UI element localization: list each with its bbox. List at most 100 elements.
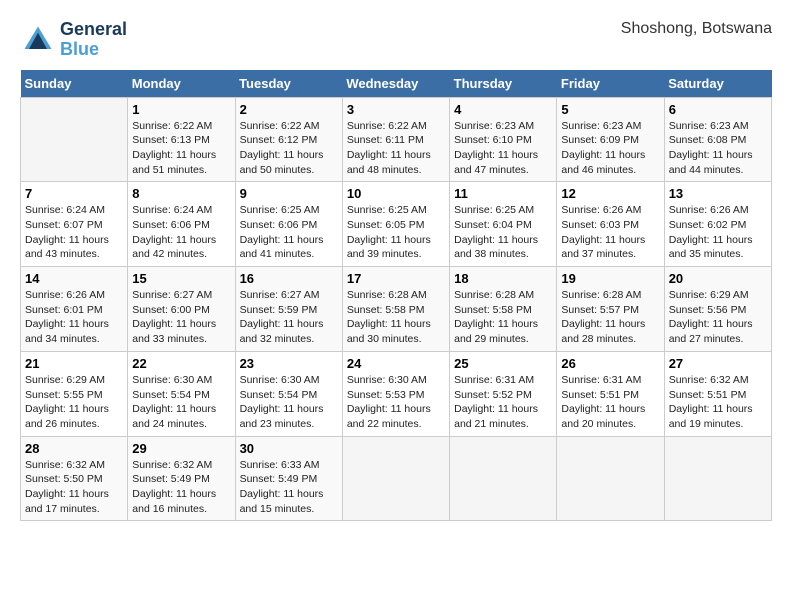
calendar-cell: 5 Sunrise: 6:23 AMSunset: 6:09 PMDaylight… (557, 97, 664, 182)
day-number: 7 (25, 186, 123, 201)
calendar-cell: 22 Sunrise: 6:30 AMSunset: 5:54 PMDayligh… (128, 351, 235, 436)
header-saturday: Saturday (664, 70, 771, 98)
calendar-cell: 16 Sunrise: 6:27 AMSunset: 5:59 PMDayligh… (235, 267, 342, 352)
day-info: Sunrise: 6:29 AMSunset: 5:55 PMDaylight:… (25, 373, 123, 432)
calendar-cell: 17 Sunrise: 6:28 AMSunset: 5:58 PMDayligh… (342, 267, 449, 352)
calendar-cell: 12 Sunrise: 6:26 AMSunset: 6:03 PMDayligh… (557, 182, 664, 267)
calendar-week-1: 1 Sunrise: 6:22 AMSunset: 6:13 PMDaylight… (21, 97, 772, 182)
calendar-cell: 6 Sunrise: 6:23 AMSunset: 6:08 PMDaylight… (664, 97, 771, 182)
day-number: 5 (561, 102, 659, 117)
calendar-cell: 26 Sunrise: 6:31 AMSunset: 5:51 PMDayligh… (557, 351, 664, 436)
day-info: Sunrise: 6:22 AMSunset: 6:12 PMDaylight:… (240, 119, 338, 178)
day-number: 28 (25, 441, 123, 456)
page-header: General Blue Shoshong, Botswana (20, 20, 772, 60)
day-number: 27 (669, 356, 767, 371)
header-monday: Monday (128, 70, 235, 98)
title-area: Shoshong, Botswana (621, 20, 772, 38)
header-wednesday: Wednesday (342, 70, 449, 98)
calendar-cell: 20 Sunrise: 6:29 AMSunset: 5:56 PMDayligh… (664, 267, 771, 352)
calendar-cell: 25 Sunrise: 6:31 AMSunset: 5:52 PMDayligh… (450, 351, 557, 436)
day-info: Sunrise: 6:32 AMSunset: 5:49 PMDaylight:… (132, 458, 230, 517)
day-number: 17 (347, 271, 445, 286)
day-info: Sunrise: 6:23 AMSunset: 6:09 PMDaylight:… (561, 119, 659, 178)
day-number: 29 (132, 441, 230, 456)
calendar-cell (664, 436, 771, 521)
day-info: Sunrise: 6:26 AMSunset: 6:01 PMDaylight:… (25, 288, 123, 347)
day-number: 25 (454, 356, 552, 371)
calendar-cell: 11 Sunrise: 6:25 AMSunset: 6:04 PMDayligh… (450, 182, 557, 267)
day-info: Sunrise: 6:23 AMSunset: 6:10 PMDaylight:… (454, 119, 552, 178)
calendar-cell: 8 Sunrise: 6:24 AMSunset: 6:06 PMDaylight… (128, 182, 235, 267)
day-number: 4 (454, 102, 552, 117)
day-number: 19 (561, 271, 659, 286)
calendar-cell (342, 436, 449, 521)
day-info: Sunrise: 6:32 AMSunset: 5:51 PMDaylight:… (669, 373, 767, 432)
day-number: 20 (669, 271, 767, 286)
day-number: 14 (25, 271, 123, 286)
day-number: 2 (240, 102, 338, 117)
calendar-cell: 15 Sunrise: 6:27 AMSunset: 6:00 PMDayligh… (128, 267, 235, 352)
day-number: 12 (561, 186, 659, 201)
calendar-week-2: 7 Sunrise: 6:24 AMSunset: 6:07 PMDaylight… (21, 182, 772, 267)
day-number: 11 (454, 186, 552, 201)
day-number: 15 (132, 271, 230, 286)
header-friday: Friday (557, 70, 664, 98)
calendar-cell: 29 Sunrise: 6:32 AMSunset: 5:49 PMDayligh… (128, 436, 235, 521)
day-info: Sunrise: 6:24 AMSunset: 6:07 PMDaylight:… (25, 203, 123, 262)
calendar-cell: 18 Sunrise: 6:28 AMSunset: 5:58 PMDayligh… (450, 267, 557, 352)
calendar-cell: 4 Sunrise: 6:23 AMSunset: 6:10 PMDaylight… (450, 97, 557, 182)
day-number: 3 (347, 102, 445, 117)
calendar-cell (557, 436, 664, 521)
calendar-week-5: 28Sunrise: 6:32 AMSunset: 5:50 PMDayligh… (21, 436, 772, 521)
location-title: Shoshong, Botswana (621, 20, 772, 38)
day-number: 16 (240, 271, 338, 286)
logo: General Blue (20, 20, 127, 60)
calendar-cell: 19 Sunrise: 6:28 AMSunset: 5:57 PMDayligh… (557, 267, 664, 352)
day-info: Sunrise: 6:31 AMSunset: 5:52 PMDaylight:… (454, 373, 552, 432)
day-number: 9 (240, 186, 338, 201)
logo-icon (20, 22, 56, 58)
day-info: Sunrise: 6:28 AMSunset: 5:58 PMDaylight:… (454, 288, 552, 347)
day-number: 13 (669, 186, 767, 201)
day-info: Sunrise: 6:27 AMSunset: 6:00 PMDaylight:… (132, 288, 230, 347)
day-number: 26 (561, 356, 659, 371)
calendar-cell: 13Sunrise: 6:26 AMSunset: 6:02 PMDayligh… (664, 182, 771, 267)
day-info: Sunrise: 6:22 AMSunset: 6:11 PMDaylight:… (347, 119, 445, 178)
day-number: 10 (347, 186, 445, 201)
calendar-week-4: 21 Sunrise: 6:29 AMSunset: 5:55 PMDayligh… (21, 351, 772, 436)
calendar-cell: 7 Sunrise: 6:24 AMSunset: 6:07 PMDaylight… (21, 182, 128, 267)
header-thursday: Thursday (450, 70, 557, 98)
day-info: Sunrise: 6:30 AMSunset: 5:54 PMDaylight:… (240, 373, 338, 432)
day-number: 8 (132, 186, 230, 201)
day-info: Sunrise: 6:25 AMSunset: 6:06 PMDaylight:… (240, 203, 338, 262)
calendar-cell: 2 Sunrise: 6:22 AMSunset: 6:12 PMDaylight… (235, 97, 342, 182)
day-number: 22 (132, 356, 230, 371)
day-info: Sunrise: 6:28 AMSunset: 5:57 PMDaylight:… (561, 288, 659, 347)
calendar-cell (450, 436, 557, 521)
header-tuesday: Tuesday (235, 70, 342, 98)
calendar-cell: 27 Sunrise: 6:32 AMSunset: 5:51 PMDayligh… (664, 351, 771, 436)
day-info: Sunrise: 6:29 AMSunset: 5:56 PMDaylight:… (669, 288, 767, 347)
day-info: Sunrise: 6:30 AMSunset: 5:54 PMDaylight:… (132, 373, 230, 432)
calendar-cell: 28Sunrise: 6:32 AMSunset: 5:50 PMDayligh… (21, 436, 128, 521)
day-info: Sunrise: 6:28 AMSunset: 5:58 PMDaylight:… (347, 288, 445, 347)
day-number: 30 (240, 441, 338, 456)
day-info: Sunrise: 6:26 AMSunset: 6:03 PMDaylight:… (561, 203, 659, 262)
day-info: Sunrise: 6:22 AMSunset: 6:13 PMDaylight:… (132, 119, 230, 178)
calendar-cell: 30Sunrise: 6:33 AMSunset: 5:49 PMDayligh… (235, 436, 342, 521)
day-info: Sunrise: 6:31 AMSunset: 5:51 PMDaylight:… (561, 373, 659, 432)
day-info: Sunrise: 6:23 AMSunset: 6:08 PMDaylight:… (669, 119, 767, 178)
day-info: Sunrise: 6:27 AMSunset: 5:59 PMDaylight:… (240, 288, 338, 347)
calendar-cell: 10 Sunrise: 6:25 AMSunset: 6:05 PMDayligh… (342, 182, 449, 267)
day-info: Sunrise: 6:30 AMSunset: 5:53 PMDaylight:… (347, 373, 445, 432)
day-number: 18 (454, 271, 552, 286)
day-number: 6 (669, 102, 767, 117)
day-info: Sunrise: 6:25 AMSunset: 6:05 PMDaylight:… (347, 203, 445, 262)
day-number: 21 (25, 356, 123, 371)
day-info: Sunrise: 6:24 AMSunset: 6:06 PMDaylight:… (132, 203, 230, 262)
calendar-cell: 14 Sunrise: 6:26 AMSunset: 6:01 PMDayligh… (21, 267, 128, 352)
day-info: Sunrise: 6:25 AMSunset: 6:04 PMDaylight:… (454, 203, 552, 262)
day-number: 1 (132, 102, 230, 117)
calendar-cell: 24Sunrise: 6:30 AMSunset: 5:53 PMDayligh… (342, 351, 449, 436)
day-number: 23 (240, 356, 338, 371)
